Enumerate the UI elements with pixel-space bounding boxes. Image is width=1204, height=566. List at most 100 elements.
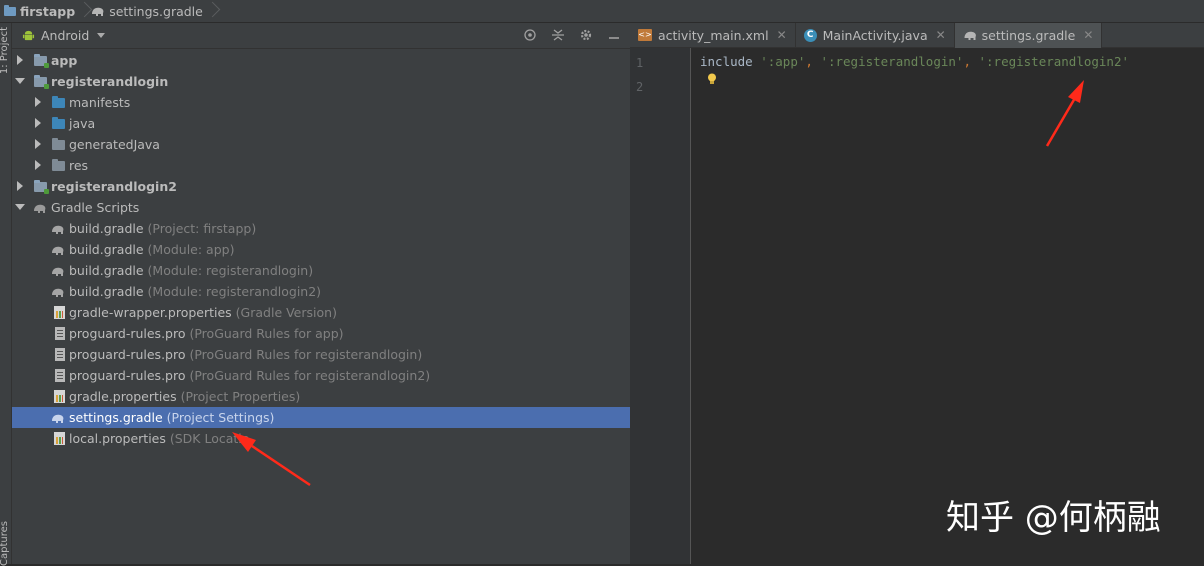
expand-arrow-icon[interactable] bbox=[17, 55, 23, 65]
tree-item-build-gradle-registerandlogin2[interactable]: build.gradle (Module: registerandlogin2) bbox=[12, 281, 630, 302]
tree-item-label: registerandlogin2 bbox=[51, 179, 177, 194]
line-number: 2 bbox=[636, 80, 644, 94]
breadcrumb-file[interactable]: settings.gradle bbox=[87, 0, 207, 22]
tree-item-gradle-scripts[interactable]: Gradle Scripts bbox=[12, 197, 630, 218]
collapse-arrow-icon[interactable] bbox=[15, 78, 25, 84]
file-hint: (Project: firstapp) bbox=[147, 221, 257, 236]
code-string: ':app' bbox=[760, 54, 806, 69]
tree-item-proguard-app[interactable]: proguard-rules.pro (ProGuard Rules for a… bbox=[12, 323, 630, 344]
tree-item-label: gradle-wrapper.properties (Gradle Versio… bbox=[69, 305, 337, 320]
project-view-selector-label: Android bbox=[41, 28, 90, 43]
code-keyword: include bbox=[700, 54, 753, 69]
gradle-elephant-icon bbox=[52, 225, 64, 234]
breadcrumb-project-label: firstapp bbox=[20, 3, 76, 19]
tree-item-gradle-wrapper-properties[interactable]: gradle-wrapper.properties (Gradle Versio… bbox=[12, 302, 630, 323]
gradle-elephant-icon bbox=[52, 414, 64, 423]
tree-item-generatedjava[interactable]: generatedJava bbox=[12, 134, 630, 155]
captures-tool-tab-label: Captures bbox=[0, 521, 10, 566]
hide-panel-icon[interactable] bbox=[606, 27, 622, 43]
project-folder-icon bbox=[4, 4, 16, 16]
tree-item-label: generatedJava bbox=[69, 137, 160, 152]
expand-arrow-icon[interactable] bbox=[17, 181, 23, 191]
code-content[interactable]: include ':app', ':registerandlogin', ':r… bbox=[700, 54, 1129, 69]
editor-tab-bar: <> activity_main.xml ✕ C MainActivity.ja… bbox=[630, 23, 1204, 48]
tab-mainactivity-java[interactable]: C MainActivity.java ✕ bbox=[796, 23, 955, 47]
tree-item-build-gradle-project[interactable]: build.gradle (Project: firstapp) bbox=[12, 218, 630, 239]
code-comma: , bbox=[963, 54, 971, 69]
tree-item-label: proguard-rules.pro (ProGuard Rules for r… bbox=[69, 347, 422, 362]
line-number-gutter: 1 2 bbox=[630, 48, 691, 564]
gradle-file-icon bbox=[964, 31, 976, 40]
tree-item-settings-gradle[interactable]: settings.gradle (Project Settings) bbox=[12, 407, 630, 428]
tree-item-registerandlogin2[interactable]: registerandlogin2 bbox=[12, 176, 630, 197]
tree-item-gradle-properties[interactable]: gradle.properties (Project Properties) bbox=[12, 386, 630, 407]
watermark: 知乎 @何柄融 bbox=[946, 498, 1161, 538]
chevron-down-icon bbox=[97, 33, 106, 38]
project-tree: app registerandlogin manifests java gene… bbox=[12, 50, 630, 449]
gradle-elephant-icon bbox=[92, 7, 104, 16]
file-name: proguard-rules.pro bbox=[69, 347, 186, 362]
tree-item-manifests[interactable]: manifests bbox=[12, 92, 630, 113]
expand-arrow-icon[interactable] bbox=[35, 139, 41, 149]
tree-item-label: gradle.properties (Project Properties) bbox=[69, 389, 300, 404]
expand-arrow-icon[interactable] bbox=[35, 160, 41, 170]
tree-item-label: Gradle Scripts bbox=[51, 200, 140, 215]
tree-item-registerandlogin[interactable]: registerandlogin bbox=[12, 71, 630, 92]
close-icon[interactable]: ✕ bbox=[1083, 28, 1093, 42]
resource-folder-icon bbox=[52, 159, 65, 171]
tree-item-label: local.properties (SDK Locatio bbox=[69, 431, 249, 446]
gear-icon[interactable] bbox=[578, 27, 594, 43]
navigation-breadcrumb: firstapp settings.gradle bbox=[0, 0, 1204, 23]
tree-item-app[interactable]: app bbox=[12, 50, 630, 71]
code-editor: <> activity_main.xml ✕ C MainActivity.ja… bbox=[630, 23, 1204, 564]
code-comma: , bbox=[805, 54, 813, 69]
project-panel-header: Android bbox=[12, 23, 630, 49]
tab-settings-gradle[interactable]: settings.gradle ✕ bbox=[954, 23, 1103, 48]
file-name: settings.gradle bbox=[69, 410, 163, 425]
tab-activity-main-xml[interactable]: <> activity_main.xml ✕ bbox=[630, 23, 796, 47]
tree-item-label: build.gradle (Module: registerandlogin) bbox=[69, 263, 313, 278]
tab-label: activity_main.xml bbox=[658, 27, 769, 43]
breadcrumb-separator bbox=[79, 0, 87, 22]
tree-item-build-gradle-app[interactable]: build.gradle (Module: app) bbox=[12, 239, 630, 260]
properties-file-icon bbox=[54, 306, 65, 319]
close-icon[interactable]: ✕ bbox=[777, 28, 787, 42]
breadcrumb-project[interactable]: firstapp bbox=[0, 0, 79, 22]
tree-item-label: registerandlogin bbox=[51, 74, 169, 89]
captures-tool-tab[interactable]: Captures bbox=[0, 521, 10, 566]
module-folder-icon bbox=[34, 180, 49, 194]
tree-item-label: manifests bbox=[69, 95, 131, 110]
file-name: build.gradle bbox=[69, 284, 144, 299]
tree-item-local-properties[interactable]: local.properties (SDK Locatio bbox=[12, 428, 630, 449]
text-file-icon bbox=[55, 348, 65, 361]
tree-item-label: build.gradle (Module: registerandlogin2) bbox=[69, 284, 321, 299]
collapse-arrow-icon[interactable] bbox=[15, 204, 25, 210]
project-tool-tab[interactable]: 1: Project bbox=[0, 27, 10, 74]
tree-item-proguard-registerandlogin[interactable]: proguard-rules.pro (ProGuard Rules for r… bbox=[12, 344, 630, 365]
close-icon[interactable]: ✕ bbox=[936, 28, 946, 42]
text-file-icon bbox=[55, 369, 65, 382]
file-name: local.properties bbox=[69, 431, 166, 446]
collapse-all-icon[interactable] bbox=[550, 27, 566, 43]
folder-icon bbox=[52, 117, 65, 129]
expand-arrow-icon[interactable] bbox=[35, 97, 41, 107]
lightbulb-icon[interactable] bbox=[707, 73, 717, 85]
expand-arrow-icon[interactable] bbox=[35, 118, 41, 128]
tab-label: settings.gradle bbox=[981, 27, 1076, 43]
module-folder-icon bbox=[34, 75, 49, 89]
tree-item-java[interactable]: java bbox=[12, 113, 630, 134]
tree-item-build-gradle-registerandlogin[interactable]: build.gradle (Module: registerandlogin) bbox=[12, 260, 630, 281]
file-hint: (Module: app) bbox=[147, 242, 235, 257]
tree-item-res[interactable]: res bbox=[12, 155, 630, 176]
tree-item-proguard-registerandlogin2[interactable]: proguard-rules.pro (ProGuard Rules for r… bbox=[12, 365, 630, 386]
file-hint: (Project Properties) bbox=[180, 389, 301, 404]
tree-item-label: proguard-rules.pro (ProGuard Rules for r… bbox=[69, 368, 430, 383]
scroll-from-source-icon[interactable] bbox=[522, 27, 538, 43]
tab-label: MainActivity.java bbox=[822, 27, 928, 43]
file-name: proguard-rules.pro bbox=[69, 326, 186, 341]
file-hint: (SDK Locatio bbox=[169, 431, 250, 446]
file-hint: (ProGuard Rules for app) bbox=[189, 326, 344, 341]
file-name: build.gradle bbox=[69, 221, 144, 236]
project-view-selector[interactable]: Android bbox=[22, 28, 106, 43]
java-class-icon: C bbox=[803, 28, 817, 42]
